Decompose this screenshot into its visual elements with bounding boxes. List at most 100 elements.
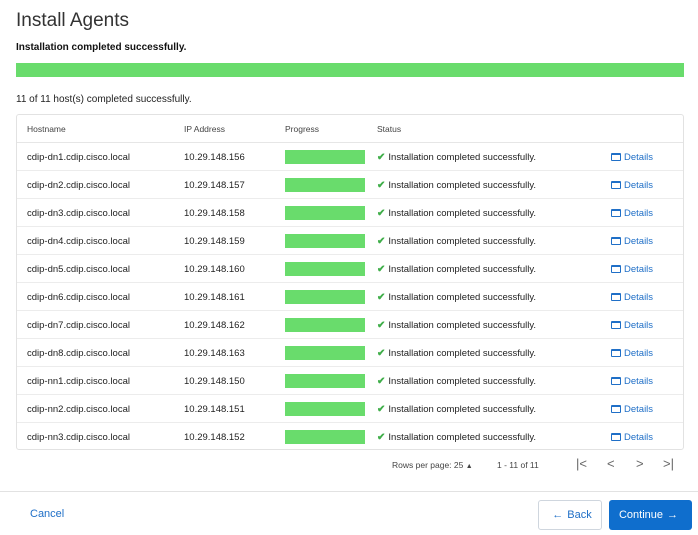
status-cell: ✔ Installation completed successfully. (377, 376, 536, 387)
details-label: Details (624, 236, 654, 247)
row-progress-fill (285, 318, 365, 332)
details-link[interactable]: Details (611, 432, 653, 443)
continue-button[interactable]: Continue → (609, 500, 692, 530)
row-progress-fill (285, 150, 365, 164)
hostname-cell: cdip-dn2.cdip.cisco.local (27, 180, 130, 191)
details-label: Details (624, 292, 654, 303)
document-icon (611, 209, 621, 217)
document-icon (611, 433, 621, 441)
row-progress-bar (285, 234, 365, 248)
status-cell: ✔ Installation completed successfully. (377, 404, 536, 415)
table-row: cdip-dn2.cdip.cisco.local 10.29.148.157 ✔ I… (17, 171, 683, 199)
continue-label: Continue (618, 509, 664, 521)
status-text: Installation completed successfully. (388, 320, 537, 331)
page-title: Install Agents (16, 10, 130, 31)
document-icon (611, 181, 621, 189)
overall-progress-bar (16, 63, 684, 77)
back-button[interactable]: ← Back (538, 500, 602, 530)
ip-cell: 10.29.148.162 (184, 320, 245, 331)
row-progress-bar (285, 150, 365, 164)
check-icon: ✔ (377, 208, 386, 219)
table-row: cdip-dn4.cdip.cisco.local 10.29.148.159 ✔ I… (17, 227, 683, 255)
check-icon: ✔ (377, 404, 386, 415)
next-page-button[interactable]: > (636, 456, 644, 471)
details-link[interactable]: Details (611, 376, 653, 387)
hostname-cell: cdip-dn6.cdip.cisco.local (27, 292, 130, 303)
prev-page-button[interactable]: < (607, 456, 615, 471)
hostname-cell: cdip-dn8.cdip.cisco.local (27, 348, 130, 359)
ip-cell: 10.29.148.163 (184, 348, 245, 359)
details-label: Details (624, 208, 654, 219)
cancel-button[interactable]: Cancel (30, 508, 64, 520)
status-text: Installation completed successfully. (388, 292, 537, 303)
row-progress-fill (285, 234, 365, 248)
ip-cell: 10.29.148.161 (184, 292, 245, 303)
ip-cell: 10.29.148.160 (184, 264, 245, 275)
status-cell: ✔ Installation completed successfully. (377, 348, 536, 359)
details-link[interactable]: Details (611, 236, 653, 247)
table-row: cdip-nn2.cdip.cisco.local 10.29.148.151 ✔ I… (17, 395, 683, 423)
table-row: cdip-nn3.cdip.cisco.local 10.29.148.152 ✔ I… (17, 423, 683, 449)
details-link[interactable]: Details (611, 404, 653, 415)
details-label: Details (624, 264, 654, 275)
status-text: Installation completed successfully. (388, 376, 537, 387)
summary-text: 11 of 11 host(s) completed successfully. (16, 94, 192, 105)
ip-cell: 10.29.148.159 (184, 236, 245, 247)
back-label: Back (567, 509, 592, 521)
first-page-button[interactable]: |< (576, 456, 587, 471)
table-row: cdip-dn3.cdip.cisco.local 10.29.148.158 ✔ I… (17, 199, 683, 227)
hostname-cell: cdip-dn1.cdip.cisco.local (27, 152, 130, 163)
hostname-cell: cdip-nn3.cdip.cisco.local (27, 432, 130, 443)
details-link[interactable]: Details (611, 180, 653, 191)
status-cell: ✔ Installation completed successfully. (377, 208, 536, 219)
status-text: Installation completed successfully. (388, 404, 537, 415)
status-text: Installation completed successfully. (388, 236, 537, 247)
status-text: Installation completed successfully. (388, 348, 537, 359)
check-icon: ✔ (377, 236, 386, 247)
document-icon (611, 293, 621, 301)
ip-cell: 10.29.148.151 (184, 404, 245, 415)
details-link[interactable]: Details (611, 208, 653, 219)
hosts-table: Hostname IP Address Progress Status cdip… (16, 114, 684, 450)
status-cell: ✔ Installation completed successfully. (377, 264, 536, 275)
arrow-left-icon: ← (552, 509, 564, 521)
details-label: Details (624, 404, 654, 415)
table-header: Hostname IP Address Progress Status (17, 115, 683, 143)
row-progress-fill (285, 430, 365, 444)
details-link[interactable]: Details (611, 152, 653, 163)
ip-cell: 10.29.148.158 (184, 208, 245, 219)
row-progress-fill (285, 346, 365, 360)
row-progress-fill (285, 262, 365, 276)
column-header-progress: Progress (285, 124, 320, 134)
status-cell: ✔ Installation completed successfully. (377, 320, 536, 331)
status-cell: ✔ Installation completed successfully. (377, 236, 536, 247)
details-link[interactable]: Details (611, 348, 653, 359)
details-link[interactable]: Details (611, 292, 653, 303)
rows-per-page-select[interactable]: Rows per page: 25 ▲ (392, 460, 473, 470)
last-page-button[interactable]: >| (663, 456, 674, 471)
rows-per-page-label: Rows per page: 25 (392, 460, 464, 470)
row-progress-fill (285, 178, 365, 192)
row-progress-bar (285, 402, 365, 416)
details-label: Details (624, 432, 654, 443)
status-cell: ✔ Installation completed successfully. (377, 432, 536, 443)
footer-divider (0, 491, 698, 492)
column-header-ip: IP Address (184, 124, 225, 134)
row-progress-fill (285, 402, 365, 416)
page-range: 1 - 11 of 11 (497, 460, 539, 470)
status-text: Installation completed successfully. (388, 208, 537, 219)
status-text: Installation completed successfully. (388, 152, 537, 163)
document-icon (611, 237, 621, 245)
ip-cell: 10.29.148.150 (184, 376, 245, 387)
check-icon: ✔ (377, 348, 386, 359)
details-label: Details (624, 348, 654, 359)
ip-cell: 10.29.148.157 (184, 180, 245, 191)
check-icon: ✔ (377, 320, 386, 331)
details-link[interactable]: Details (611, 320, 653, 331)
details-label: Details (624, 180, 654, 191)
caret-up-icon: ▲ (465, 463, 473, 470)
status-text: Installation completed successfully. (388, 180, 537, 191)
details-link[interactable]: Details (611, 264, 653, 275)
row-progress-bar (285, 346, 365, 360)
table-row: cdip-dn1.cdip.cisco.local 10.29.148.156 ✔ I… (17, 143, 683, 171)
